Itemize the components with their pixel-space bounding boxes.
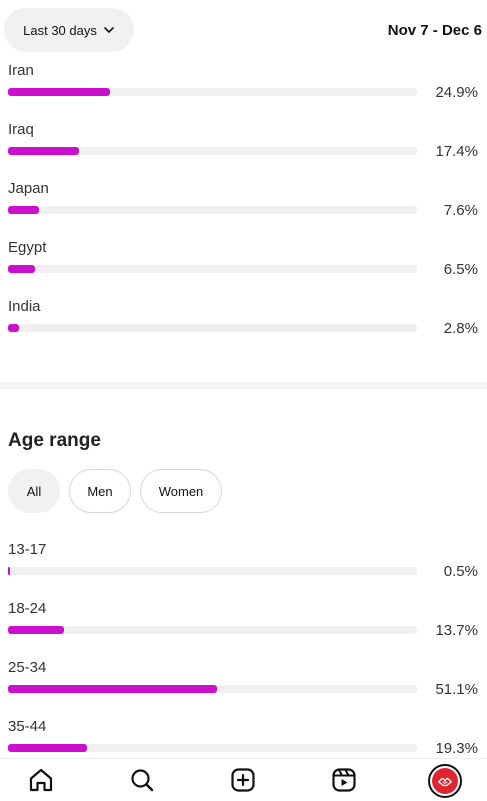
bar-fill — [8, 626, 65, 634]
country-row: India 2.8% — [8, 298, 478, 338]
age-row: 25-34 51.1% — [8, 659, 478, 699]
reels-icon — [332, 768, 356, 792]
date-range-text: Nov 7 - Dec 6 — [387, 22, 482, 39]
country-label: Egypt — [8, 239, 47, 256]
bar-fill — [8, 88, 110, 96]
age-row: 13-17 0.5% — [8, 541, 478, 581]
percent-value: 0.5% — [443, 563, 478, 580]
bar-track — [8, 744, 417, 752]
nav-home[interactable] — [26, 765, 56, 795]
nav-reels[interactable] — [329, 765, 359, 795]
percent-value: 13.7% — [435, 622, 478, 639]
bar-fill — [8, 147, 80, 155]
age-label: 13-17 — [8, 541, 47, 558]
country-label: India — [8, 298, 41, 315]
filter-all-chip[interactable]: All — [8, 469, 60, 513]
bar-fill — [8, 206, 40, 214]
age-label: 18-24 — [8, 600, 47, 617]
bar-fill — [8, 685, 217, 693]
percent-value: 19.3% — [435, 740, 478, 757]
bar-track — [8, 685, 417, 693]
country-label: Iraq — [8, 121, 34, 138]
age-label: 35-44 — [8, 718, 47, 735]
search-icon — [131, 769, 154, 792]
percent-value: 7.6% — [443, 202, 478, 219]
bottom-nav — [0, 758, 487, 801]
top-bar: Last 30 days Nov 7 - Dec 6 — [0, 0, 487, 62]
bar-track — [8, 567, 417, 575]
filter-women-chip[interactable]: Women — [140, 469, 222, 513]
date-range-label: Last 30 days — [23, 22, 97, 38]
bar-track — [8, 626, 417, 634]
bar-track — [8, 88, 417, 96]
bar-fill — [8, 324, 20, 332]
bar-track — [8, 147, 417, 155]
country-row: Egypt 6.5% — [8, 239, 478, 279]
nav-create[interactable] — [228, 765, 258, 795]
age-range-title: Age range — [8, 430, 101, 451]
percent-value: 6.5% — [443, 261, 478, 278]
home-icon — [29, 768, 53, 792]
bar-track — [8, 265, 417, 273]
section-divider — [0, 382, 487, 389]
create-icon — [231, 768, 255, 792]
percent-value: 17.4% — [435, 143, 478, 160]
percent-value: 2.8% — [443, 320, 478, 337]
handshake-logo-icon — [438, 777, 452, 787]
country-row: Iraq 17.4% — [8, 121, 478, 161]
chevron-down-icon — [104, 27, 114, 33]
age-row: 35-44 19.3% — [8, 718, 478, 758]
avatar-image — [432, 768, 458, 794]
filter-men-chip[interactable]: Men — [69, 469, 131, 513]
percent-value: 24.9% — [435, 84, 478, 101]
country-label: Japan — [8, 180, 49, 197]
country-row: Iran 24.9% — [8, 62, 478, 102]
nav-search[interactable] — [127, 765, 157, 795]
bar-fill — [8, 265, 35, 273]
bar-track — [8, 206, 417, 214]
insights-scroll-area[interactable]: Iran 24.9% Iraq 17.4% Japan 7.6% Egypt 6… — [0, 0, 487, 758]
date-range-dropdown[interactable]: Last 30 days — [4, 8, 134, 52]
country-label: Iran — [8, 62, 34, 79]
percent-value: 51.1% — [435, 681, 478, 698]
profile-avatar[interactable] — [428, 764, 462, 798]
bar-fill — [8, 567, 11, 575]
age-row: 18-24 13.7% — [8, 600, 478, 640]
bar-track — [8, 324, 417, 332]
country-row: Japan 7.6% — [8, 180, 478, 220]
age-label: 25-34 — [8, 659, 47, 676]
bar-fill — [8, 744, 87, 752]
